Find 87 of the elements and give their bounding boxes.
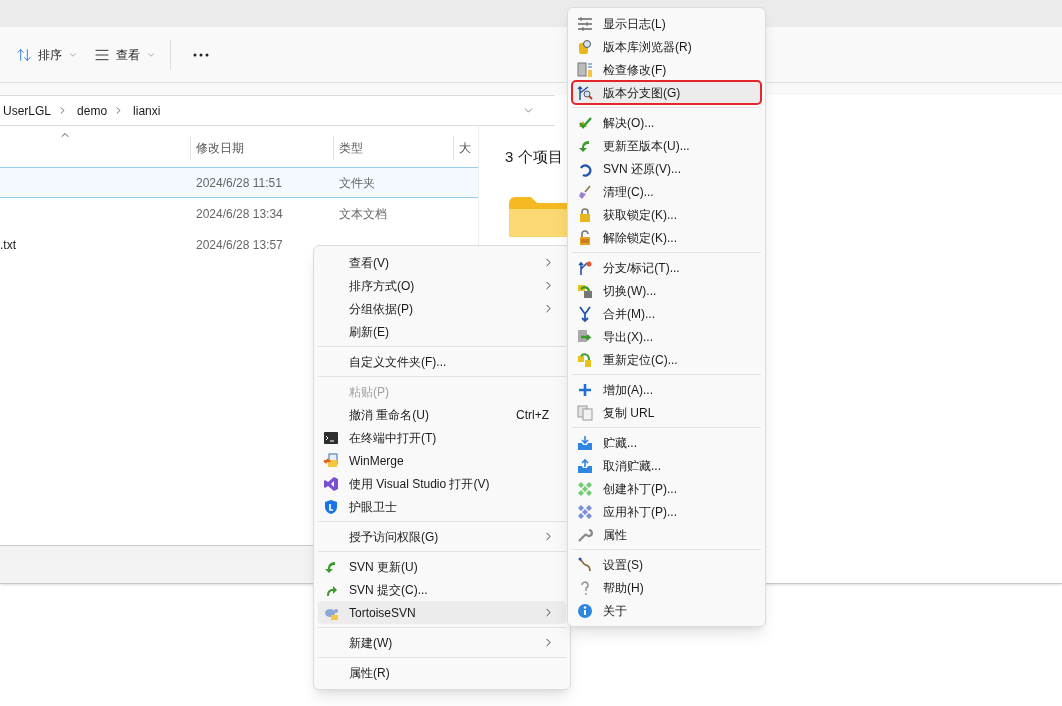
diamonds-icon (577, 480, 593, 497)
menu-item[interactable]: 应用补丁(P)... (572, 500, 761, 523)
column-header[interactable]: 大 (453, 136, 478, 160)
breadcrumb-item[interactable]: demo (74, 101, 108, 120)
menu-item[interactable]: 自定义文件夹(F)... (318, 350, 566, 373)
menu-item[interactable]: 查看(V) (318, 251, 566, 274)
copy-documents-icon (577, 404, 593, 421)
branch-star-icon (577, 259, 593, 276)
menu-item[interactable]: 合并(M)... (572, 302, 761, 325)
relocate-icon (577, 351, 593, 368)
type-cell-text: 文件夹 (338, 174, 376, 192)
menu-item[interactable]: 获取锁定(K)... (572, 203, 761, 226)
menu-item[interactable]: 属性 (572, 523, 761, 546)
broom-icon (577, 183, 593, 200)
menu-item[interactable]: 分组依据(P) (318, 297, 566, 320)
menu-item[interactable]: SVN 提交(C)... (318, 578, 566, 601)
menu-item[interactable]: 贮藏... (572, 431, 761, 454)
menu-item[interactable]: 排序方式(O) (318, 274, 566, 297)
address-bar[interactable]: UserLGL demo lianxi (0, 95, 555, 126)
switch-arrow-icon (577, 282, 593, 299)
item-count: 3 个项目 (505, 147, 563, 167)
export-icon (577, 328, 593, 345)
menu-item[interactable]: 版本库浏览器(R) (572, 35, 761, 58)
menu-item[interactable]: 授予访问权限(G) (318, 525, 566, 548)
menu-item[interactable]: 重新定位(C)... (572, 348, 761, 371)
menu-item[interactable]: 属性(R) (318, 661, 566, 684)
menu-item[interactable]: TortoiseSVN (318, 601, 566, 624)
menu-item[interactable]: 解除锁定(K)... (572, 226, 761, 249)
column-header[interactable]: 修改日期 (190, 136, 333, 160)
menu-item[interactable]: 刷新(E) (318, 320, 566, 343)
menu-item[interactable]: 复制 URL (572, 401, 761, 424)
menu-item[interactable]: 导出(X)... (572, 325, 761, 348)
menu-item[interactable]: 显示日志(L) (572, 12, 761, 35)
menu-item[interactable]: 检查修改(F) (572, 58, 761, 81)
menu-item[interactable]: 增加(A)... (572, 378, 761, 401)
menu-item[interactable]: WinMerge (318, 449, 566, 472)
menu-item[interactable]: 版本分支图(G) (572, 81, 761, 104)
menu-item[interactable]: 关于 (572, 599, 761, 622)
breadcrumb-item[interactable]: lianxi (130, 101, 161, 120)
menu-item[interactable]: SVN 还原(V)... (572, 157, 761, 180)
date-cell-text: 2024/6/28 13:57 (195, 236, 284, 254)
shield-icon (323, 498, 339, 515)
toolbar-button[interactable]: 排序 (14, 38, 80, 71)
menu-item[interactable]: 取消贮藏... (572, 454, 761, 477)
plus-icon (577, 381, 593, 398)
menu-item[interactable]: 清理(C)... (572, 180, 761, 203)
merge-arrow-icon (577, 305, 593, 322)
toolbar-button[interactable]: 查看 (92, 38, 158, 71)
database-magnifier-icon (577, 38, 593, 55)
more-icon (193, 52, 209, 57)
document-check-icon (577, 61, 593, 78)
diamonds-icon (577, 503, 593, 520)
terminal-icon (323, 429, 339, 446)
column-header[interactable]: 类型 (333, 136, 453, 160)
documents-icon (323, 452, 339, 469)
tray-down-icon (577, 434, 593, 451)
menu-item[interactable]: 帮助(H) (572, 576, 761, 599)
menu-item[interactable]: 新建(W) (318, 631, 566, 654)
lock-icon (577, 206, 593, 223)
menu-item[interactable]: 设置(S) (572, 553, 761, 576)
sort-icon (16, 46, 32, 63)
tray-up-icon (577, 457, 593, 474)
menu-item[interactable]: 使用 Visual Studio 打开(V) (318, 472, 566, 495)
open-lock-icon (577, 229, 593, 246)
date-cell-text: 2024/6/28 11:51 (195, 174, 283, 192)
type-cell-text: 文本文档 (338, 205, 388, 223)
menu-item[interactable]: 更新至版本(U)... (572, 134, 761, 157)
menu-item[interactable]: 护眼卫士 (318, 495, 566, 518)
menu-item[interactable]: 解决(O)... (572, 111, 761, 134)
menu-item[interactable]: 切换(W)... (572, 279, 761, 302)
visual-studio-icon (323, 475, 339, 492)
file-row[interactable]: 2024/6/28 13:34 文本文档 (0, 198, 478, 229)
graph-magnifier-icon (577, 84, 593, 101)
breadcrumb-item[interactable]: UserLGL (0, 101, 52, 120)
menu-item[interactable]: SVN 更新(U) (318, 555, 566, 578)
wrench-icon (577, 526, 593, 543)
lines-icon (577, 15, 593, 32)
file-name: .txt (0, 236, 17, 254)
menu-item[interactable]: 创建补丁(P)... (572, 477, 761, 500)
menu-item[interactable]: 撤消 重命名(U) Ctrl+Z (318, 403, 566, 426)
menu-item[interactable]: 在终端中打开(T) (318, 426, 566, 449)
file-row[interactable]: 2024/6/28 11:51 文件夹 (0, 167, 478, 198)
info-icon (577, 602, 593, 619)
shortcut-text: Ctrl+Z (516, 406, 549, 424)
date-cell-text: 2024/6/28 13:34 (195, 205, 284, 223)
folder-icon (509, 196, 569, 237)
menu-item[interactable]: 分支/标记(T)... (572, 256, 761, 279)
